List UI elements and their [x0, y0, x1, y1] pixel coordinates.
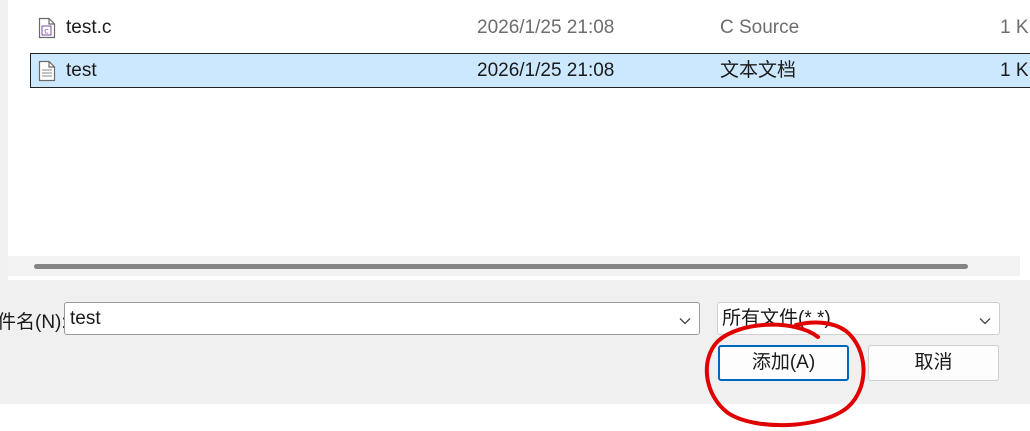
- file-name: test: [66, 60, 97, 81]
- file-row-test[interactable]: test 2026/1/25 21:08 文本文档 1 K: [30, 53, 1030, 88]
- filename-label: 件名(N):: [0, 312, 67, 333]
- filename-input[interactable]: test: [70, 303, 101, 334]
- navigation-pane-edge: [0, 0, 8, 280]
- cancel-button[interactable]: 取消: [868, 345, 999, 381]
- svg-text:c: c: [44, 27, 48, 36]
- file-name: test.c: [66, 17, 112, 38]
- file-type: C Source: [720, 17, 800, 38]
- chevron-down-icon[interactable]: [679, 313, 691, 331]
- file-row-test-c[interactable]: c test.c 2026/1/25 21:08 C Source 1 K: [30, 10, 1030, 45]
- file-type-value: 所有文件(*.*): [722, 308, 831, 329]
- file-date: 2026/1/25 21:08: [477, 60, 615, 81]
- filename-combobox[interactable]: test: [64, 302, 700, 335]
- file-type: 文本文档: [720, 60, 797, 81]
- file-list: c test.c 2026/1/25 21:08 C Source 1 K te…: [8, 0, 1030, 280]
- c-source-file-icon: c: [38, 11, 58, 44]
- file-date: 2026/1/25 21:08: [477, 17, 615, 38]
- file-type-select[interactable]: 所有文件(*.*): [717, 302, 1000, 335]
- text-file-icon: [38, 54, 58, 87]
- file-size: 1 K: [1000, 17, 1029, 38]
- file-size: 1 K: [1000, 60, 1029, 81]
- scrollbar-thumb[interactable]: [34, 264, 968, 269]
- file-open-dialog: c test.c 2026/1/25 21:08 C Source 1 K te…: [0, 0, 1030, 431]
- horizontal-scrollbar[interactable]: [8, 256, 1020, 276]
- chevron-down-icon[interactable]: [979, 313, 991, 331]
- dialog-footer: 件名(N): test 所有文件(*.*) 添加(A) 取消: [0, 280, 1030, 404]
- add-button[interactable]: 添加(A): [718, 345, 849, 381]
